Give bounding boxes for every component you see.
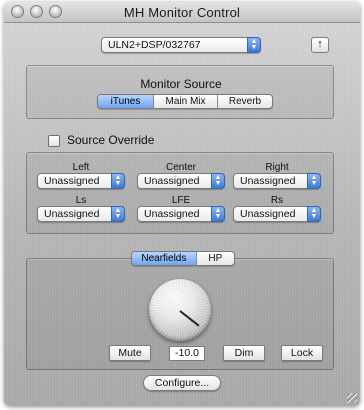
channel-select-lfe[interactable]: Unassigned ▲ ▼ [137, 206, 225, 222]
popup-arrows-icon: ▲ ▼ [111, 206, 125, 222]
source-override-checkbox[interactable] [48, 135, 60, 147]
window-title: MH Monitor Control [123, 5, 241, 20]
channel-label-ls: Ls [75, 195, 87, 206]
channel-select-right[interactable]: Unassigned ▲ ▼ [233, 173, 321, 189]
channel-select-ls[interactable]: Unassigned ▲ ▼ [37, 206, 125, 222]
popup-arrows-icon: ▲ ▼ [307, 173, 321, 189]
channel-select-left[interactable]: Unassigned ▲ ▼ [37, 173, 125, 189]
channel-value-right: Unassigned [240, 175, 296, 187]
channel-value-left: Unassigned [44, 175, 100, 187]
popup-arrows-icon: ▲ ▼ [211, 173, 225, 189]
configure-button[interactable]: Configure... [143, 375, 221, 391]
volume-knob[interactable] [149, 279, 211, 341]
channel-select-center[interactable]: Unassigned ▲ ▼ [137, 173, 225, 189]
channel-value-rs: Unassigned [240, 208, 296, 220]
channel-label-right: Right [265, 162, 289, 173]
channel-label-rs: Rs [270, 195, 284, 206]
monitor-source-selector: iTunes Main Mix Reverb [97, 94, 273, 109]
popup-arrows-icon: ▲ ▼ [111, 173, 125, 189]
lock-button[interactable]: Lock [281, 345, 323, 361]
popup-arrows-icon: ▲ ▼ [247, 37, 261, 53]
channel-value-ls: Unassigned [44, 208, 100, 220]
title-bar: MH Monitor Control [4, 2, 360, 23]
tab-nearfields[interactable]: Nearfields [132, 252, 197, 265]
output-selector: Nearfields HP [131, 251, 235, 266]
channel-value-lfe: Unassigned [144, 208, 200, 220]
level-field[interactable]: -10.0 [169, 346, 205, 361]
tab-main-mix[interactable]: Main Mix [154, 95, 218, 108]
mute-button[interactable]: Mute [109, 345, 151, 361]
channel-assign-group: Left Unassigned ▲ ▼ Center Unassigned ▲ ▼ … [26, 152, 334, 234]
device-select[interactable]: ULN2+DSP/032767 ▲ ▼ [101, 37, 261, 53]
tab-hp[interactable]: HP [197, 252, 234, 265]
channel-label-lfe: LFE [171, 195, 191, 206]
output-group: Nearfields HP Mute -10.0 Dim Lock [26, 251, 334, 370]
channel-value-center: Unassigned [144, 175, 200, 187]
popup-arrows-icon: ▲ ▼ [307, 206, 321, 222]
channel-select-rs[interactable]: Unassigned ▲ ▼ [233, 206, 321, 222]
upload-button[interactable]: ↑ [311, 37, 329, 53]
up-arrow-icon: ↑ [317, 38, 323, 50]
monitor-source-label: Monitor Source [140, 77, 222, 91]
monitor-source-group: Monitor Source iTunes Main Mix Reverb [26, 65, 334, 119]
source-override-label: Source Override [67, 133, 155, 147]
channel-label-center: Center [165, 162, 196, 173]
channel-label-left: Left [72, 162, 90, 173]
tab-itunes[interactable]: iTunes [98, 95, 154, 108]
tab-reverb[interactable]: Reverb [218, 95, 272, 108]
popup-arrows-icon: ▲ ▼ [211, 206, 225, 222]
dim-button[interactable]: Dim [223, 345, 265, 361]
device-select-value: ULN2+DSP/032767 [108, 39, 201, 51]
resize-grip-icon[interactable] [347, 393, 357, 403]
main-window: MH Monitor Control ULN2+DSP/032767 ▲ ▼ ↑ … [4, 2, 360, 406]
